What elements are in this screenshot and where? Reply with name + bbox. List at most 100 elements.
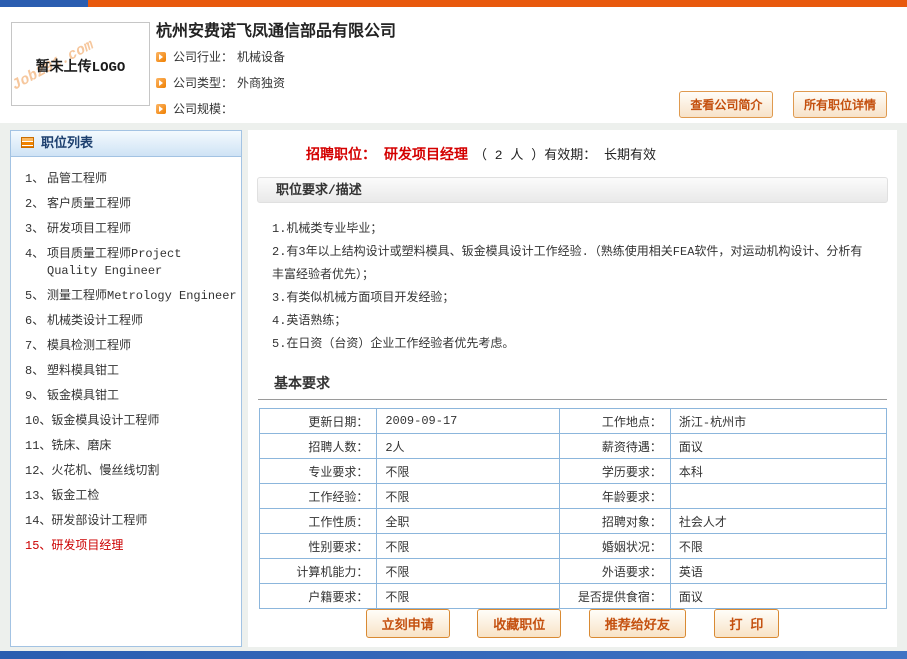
- item-number: 6、: [19, 313, 47, 330]
- job-list: 1、品管工程师 2、客户质量工程师 3、研发项目工程师 4、项目质量工程师Pro…: [11, 157, 241, 569]
- sidebar-item-job-10[interactable]: 10、钣金模具设计工程师: [19, 409, 237, 434]
- item-label: 钣金模具钳工: [47, 388, 237, 405]
- bullet-icon: [156, 52, 166, 62]
- company-logo-placeholder: Job291.com 暂未上传LOGO: [11, 22, 150, 106]
- table-value: [670, 484, 886, 509]
- item-number: 14、: [19, 513, 51, 530]
- sidebar-item-job-1[interactable]: 1、品管工程师: [19, 167, 237, 192]
- validity-label: 有效期：: [544, 148, 596, 163]
- recommend-to-friend-button[interactable]: 推荐给好友: [589, 609, 686, 638]
- job-headcount: （ 2 人 ）: [474, 148, 544, 163]
- table-label: 婚姻状况：: [560, 534, 671, 559]
- action-buttons: 立刻申请 收藏职位 推荐给好友 打 印: [248, 609, 897, 638]
- item-label: 火花机、慢丝线切割: [51, 463, 237, 480]
- item-label: 钣金工检: [51, 488, 237, 505]
- bullet-icon: [156, 104, 166, 114]
- table-value: 浙江-杭州市: [670, 409, 886, 434]
- all-positions-button[interactable]: 所有职位详情: [793, 91, 887, 118]
- sidebar-item-job-3[interactable]: 3、研发项目工程师: [19, 217, 237, 242]
- company-industry-row: 公司行业： 机械设备: [156, 45, 285, 71]
- table-label: 外语要求：: [560, 559, 671, 584]
- job-description: 1.机械类专业毕业； 2.有3年以上结构设计或塑料模具、钣金模具设计工作经验.（…: [272, 218, 873, 356]
- item-number: 4、: [19, 246, 47, 280]
- sidebar-item-job-2[interactable]: 2、客户质量工程师: [19, 192, 237, 217]
- description-line: 5.在日资（台资）企业工作经验者优先考虑。: [272, 333, 873, 356]
- item-number: 5、: [19, 288, 47, 305]
- table-value: 全职: [377, 509, 560, 534]
- job-list-panel: 职位列表 1、品管工程师 2、客户质量工程师 3、研发项目工程师 4、项目质量工…: [10, 130, 242, 647]
- table-label: 工作地点：: [560, 409, 671, 434]
- top-bar-blue-segment: [0, 0, 88, 7]
- table-value: 不限: [377, 484, 560, 509]
- table-label: 薪资待遇：: [560, 434, 671, 459]
- item-number: 1、: [19, 171, 47, 188]
- table-value: 2009-09-17: [377, 409, 560, 434]
- job-list-header: 职位列表: [11, 131, 241, 157]
- item-number: 10、: [19, 413, 51, 430]
- company-size-row: 公司规模：: [156, 97, 285, 123]
- table-value: 不限: [377, 584, 560, 609]
- item-label: 品管工程师: [47, 171, 237, 188]
- table-row: 招聘人数： 2人 薪资待遇： 面议: [259, 434, 886, 459]
- sidebar-item-job-11[interactable]: 11、铣床、磨床: [19, 434, 237, 459]
- table-label: 性别要求：: [259, 534, 377, 559]
- description-line: 1.机械类专业毕业；: [272, 218, 873, 241]
- sidebar-item-job-6[interactable]: 6、机械类设计工程师: [19, 309, 237, 334]
- sidebar-item-job-14[interactable]: 14、研发部设计工程师: [19, 509, 237, 534]
- item-number: 9、: [19, 388, 47, 405]
- table-label: 专业要求：: [259, 459, 377, 484]
- sidebar-item-job-4[interactable]: 4、项目质量工程师Project Quality Engineer: [19, 242, 237, 284]
- item-number: 8、: [19, 363, 47, 380]
- item-label: 客户质量工程师: [47, 196, 237, 213]
- company-type-row: 公司类型： 外商独资: [156, 71, 285, 97]
- item-label: 塑料模具钳工: [47, 363, 237, 380]
- sidebar-item-job-7[interactable]: 7、模具检测工程师: [19, 334, 237, 359]
- item-label: 钣金模具设计工程师: [51, 413, 237, 430]
- sidebar-item-job-9[interactable]: 9、钣金模具钳工: [19, 384, 237, 409]
- company-header: Job291.com 暂未上传LOGO 杭州安费诺飞凤通信部品有限公司 公司行业…: [0, 7, 907, 123]
- field-label: 公司类型：: [173, 77, 233, 91]
- table-value: 不限: [670, 534, 886, 559]
- table-value: 英语: [670, 559, 886, 584]
- field-label: 公司规模：: [173, 103, 233, 117]
- item-number: 15、: [19, 538, 51, 555]
- sidebar-item-job-8[interactable]: 8、塑料模具钳工: [19, 359, 237, 384]
- field-value: 外商独资: [237, 77, 285, 91]
- table-label: 户籍要求：: [259, 584, 377, 609]
- table-row: 工作性质： 全职 招聘对象： 社会人才: [259, 509, 886, 534]
- field-label: 公司行业：: [173, 51, 233, 65]
- company-fields: 公司行业： 机械设备 公司类型： 外商独资 公司规模：: [156, 45, 285, 123]
- table-value: 不限: [377, 459, 560, 484]
- sidebar-item-job-13[interactable]: 13、钣金工检: [19, 484, 237, 509]
- item-label: 研发项目工程师: [47, 221, 237, 238]
- sidebar-item-job-5[interactable]: 5、测量工程师Metrology Engineer: [19, 284, 237, 309]
- content-area: 职位列表 1、品管工程师 2、客户质量工程师 3、研发项目工程师 4、项目质量工…: [0, 123, 907, 651]
- sidebar-item-job-15-active[interactable]: 15、研发项目经理: [19, 534, 237, 559]
- section-requirements-title: 职位要求/描述: [276, 183, 362, 198]
- table-label: 学历要求：: [560, 459, 671, 484]
- list-icon: [21, 137, 34, 148]
- table-row: 户籍要求： 不限 是否提供食宿： 面议: [259, 584, 886, 609]
- logo-placeholder-text: 暂未上传LOGO: [12, 56, 149, 76]
- item-label: 模具检测工程师: [47, 338, 237, 355]
- field-value: 机械设备: [237, 51, 285, 65]
- item-number: 2、: [19, 196, 47, 213]
- header-buttons: 查看公司简介 所有职位详情: [669, 91, 887, 118]
- table-value: 社会人才: [670, 509, 886, 534]
- apply-now-button[interactable]: 立刻申请: [366, 609, 450, 638]
- table-label: 更新日期：: [259, 409, 377, 434]
- table-value: 面议: [670, 584, 886, 609]
- description-line: 3.有类似机械方面项目开发经验；: [272, 287, 873, 310]
- print-button[interactable]: 打 印: [714, 609, 780, 638]
- table-row: 计算机能力： 不限 外语要求： 英语: [259, 559, 886, 584]
- favorite-job-button[interactable]: 收藏职位: [477, 609, 561, 638]
- sidebar-item-job-12[interactable]: 12、火花机、慢丝线切割: [19, 459, 237, 484]
- item-label: 研发项目经理: [51, 538, 237, 555]
- view-company-profile-button[interactable]: 查看公司简介: [679, 91, 773, 118]
- item-number: 7、: [19, 338, 47, 355]
- table-value: 2人: [377, 434, 560, 459]
- item-label: 铣床、磨床: [51, 438, 237, 455]
- item-label: 项目质量工程师Project Quality Engineer: [47, 246, 237, 280]
- item-label: 机械类设计工程师: [47, 313, 237, 330]
- section-basic-header: 基本要求: [258, 373, 887, 400]
